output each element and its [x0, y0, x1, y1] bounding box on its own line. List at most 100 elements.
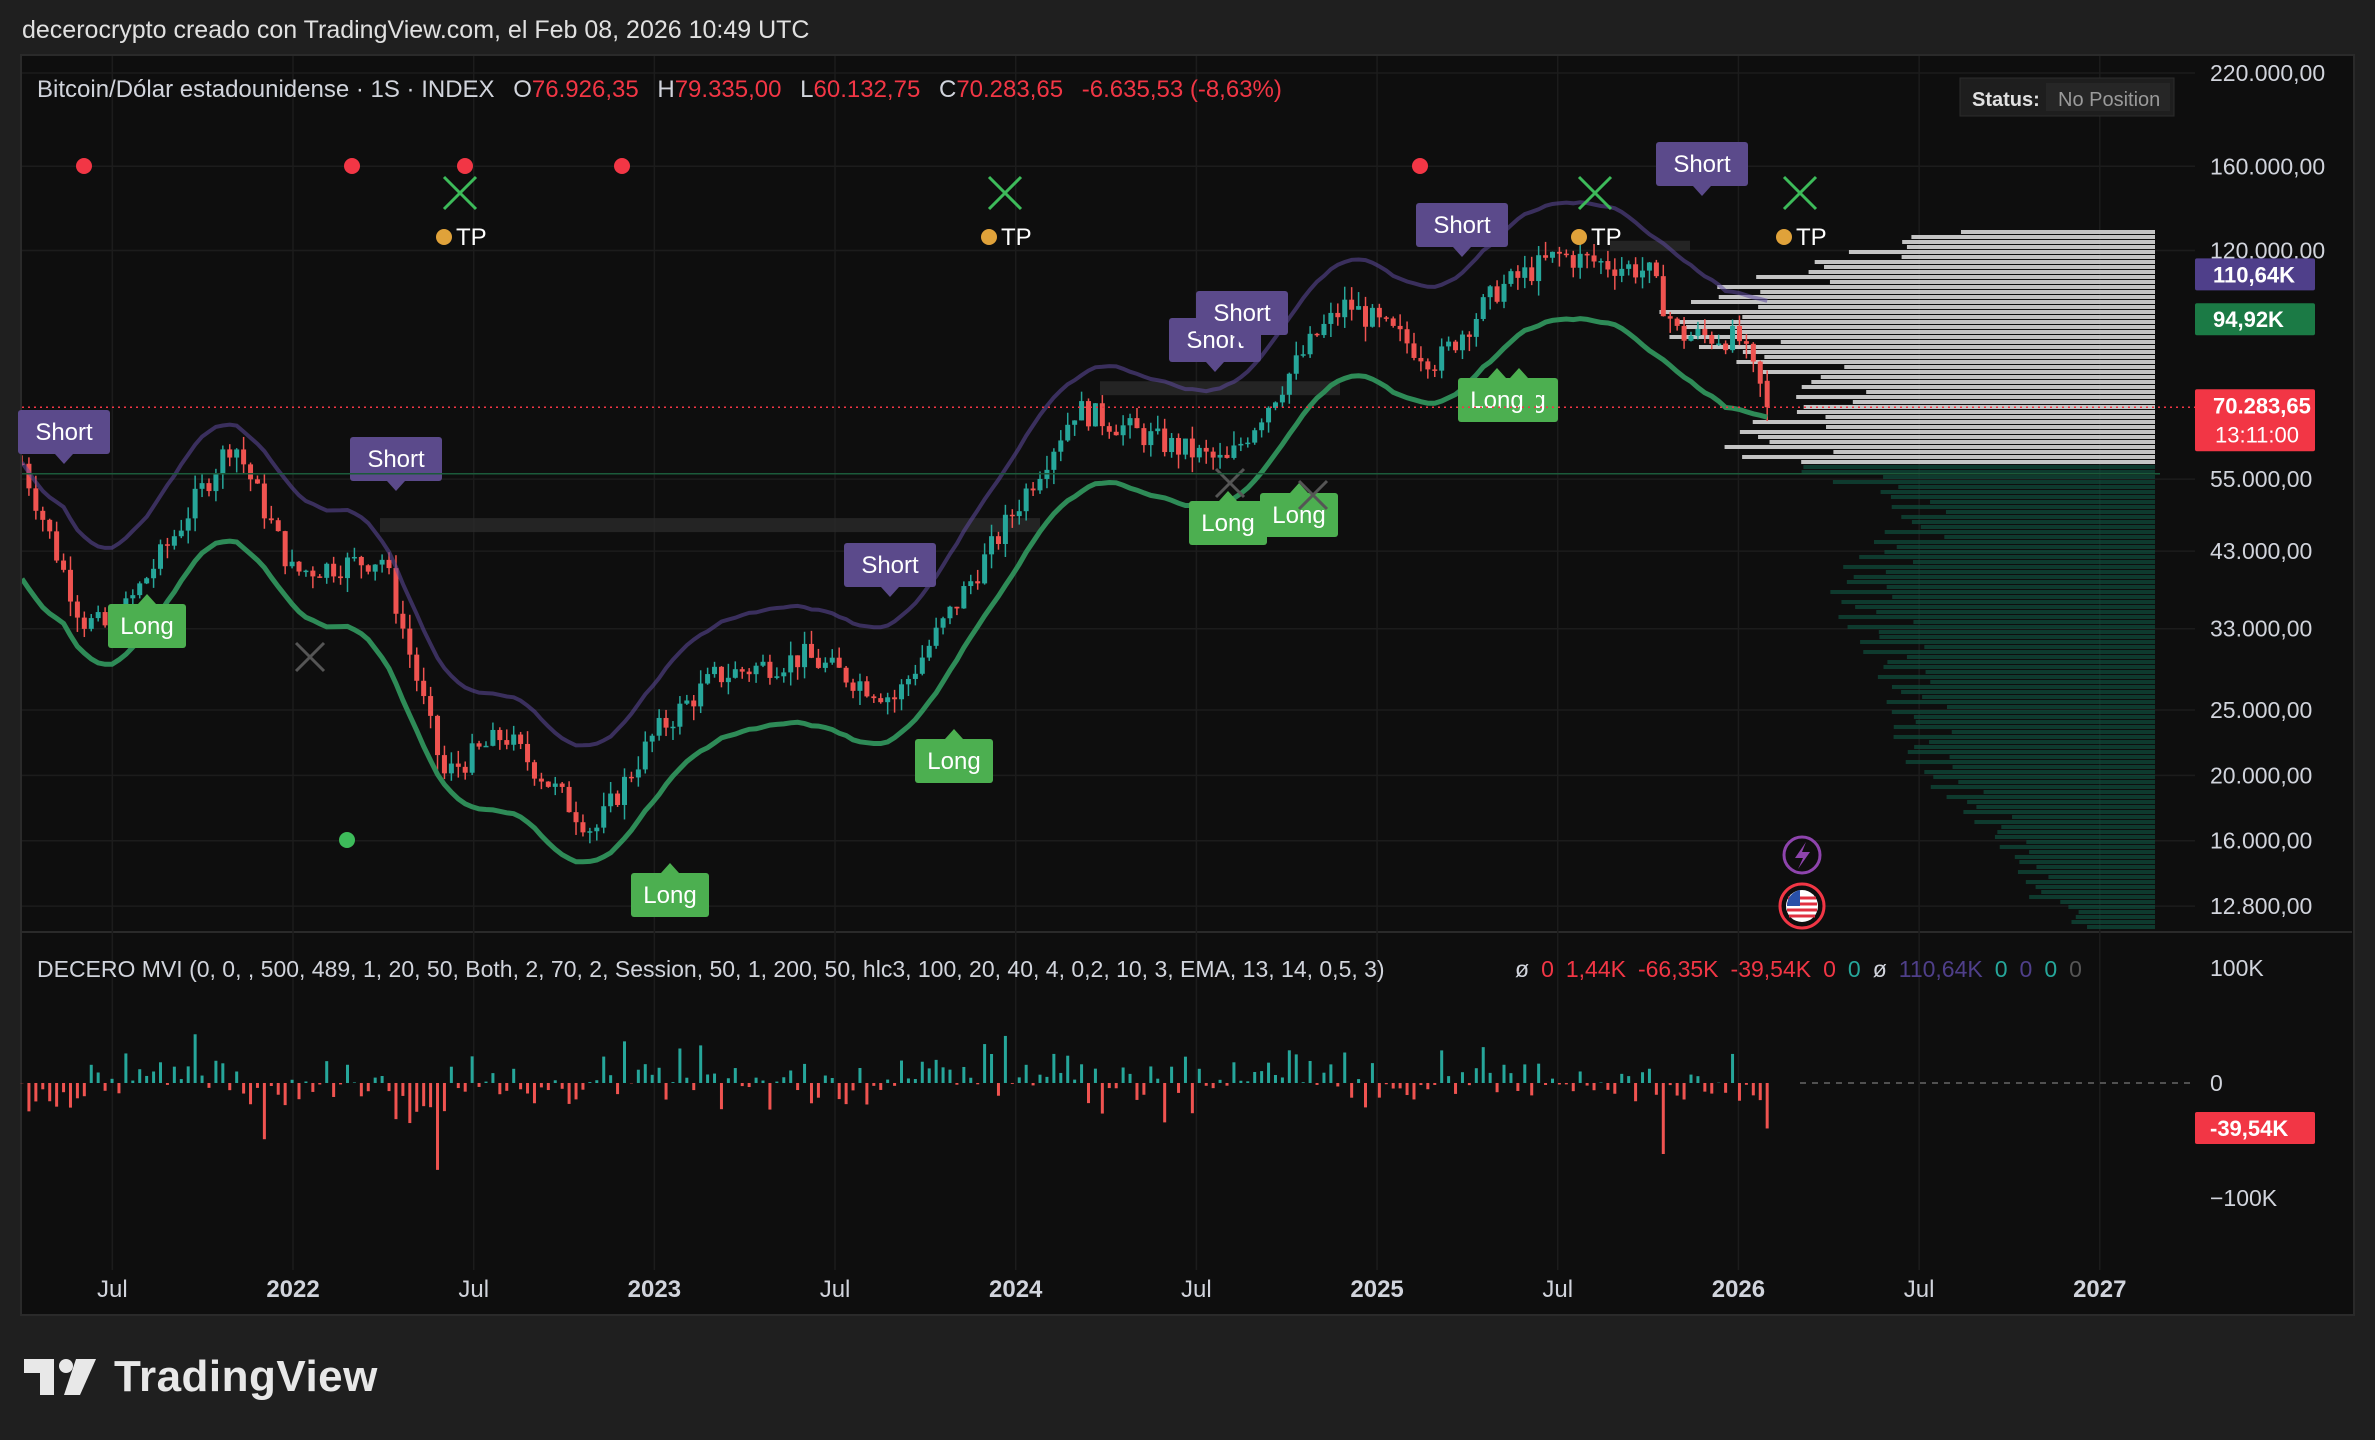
candle-body	[102, 612, 108, 626]
candle-body	[1716, 343, 1722, 346]
candle-body	[303, 570, 309, 573]
candle-body	[1543, 255, 1549, 258]
volume-profile-bar	[1669, 335, 2155, 339]
volume-profile-bar	[1803, 465, 2155, 469]
volume-profile-bar	[1825, 415, 2155, 419]
candle-body	[1764, 380, 1770, 408]
candle-body	[1307, 333, 1313, 355]
candle-body	[1501, 283, 1507, 302]
volume-profile-bar	[1884, 530, 2155, 534]
candle-body	[1224, 454, 1230, 458]
candle-body	[407, 628, 413, 655]
candle-body	[254, 479, 260, 484]
volume-profile-bar	[1852, 400, 2155, 404]
volume-profile-bar	[1717, 285, 2155, 289]
candle-body	[1252, 430, 1258, 443]
volume-profile-bar	[1920, 525, 2155, 529]
volume-profile-bar	[1901, 690, 2155, 694]
candle-body	[1189, 438, 1195, 458]
candle-body	[718, 666, 724, 683]
open-value: 76.926,35	[532, 76, 639, 103]
volume-profile-bar	[1946, 795, 2155, 799]
candle-body	[1626, 264, 1632, 269]
volume-profile-bar	[1913, 560, 2155, 564]
volume-profile-bar	[1913, 715, 2155, 719]
candle-body	[192, 488, 198, 519]
volume-profile-bar	[1896, 545, 2155, 549]
candle-body	[1529, 267, 1535, 282]
chart-canvas[interactable]: ShortShortShortShortShortShortShortLongL…	[0, 0, 2375, 1440]
volume-profile-bar	[2029, 850, 2155, 854]
candle-body	[871, 696, 877, 699]
candle-body	[968, 581, 974, 587]
candle-body	[241, 449, 247, 465]
volume-profile-bar	[1873, 540, 2155, 544]
candle-body	[1453, 341, 1459, 351]
candle-body	[1085, 401, 1091, 427]
candle-body	[525, 743, 531, 763]
candle-body	[1598, 261, 1604, 263]
candle-body	[788, 655, 794, 673]
close-value: 70.283,65	[956, 76, 1063, 103]
tradingview-logo[interactable]: TradingView	[24, 1352, 378, 1402]
volume-profile-bar	[1846, 580, 2155, 584]
candle-body	[1515, 271, 1521, 278]
candle-body	[878, 698, 884, 703]
candle-body	[1120, 425, 1126, 436]
candle-body	[663, 717, 669, 728]
indicator-value: 0	[2069, 956, 2082, 982]
volume-profile-bar	[1906, 655, 2155, 659]
volume-profile-bar	[1820, 375, 2155, 379]
indicator-value: -39,54K	[1731, 956, 1812, 982]
countdown-text: 13:11:00	[2215, 422, 2299, 447]
candle-body	[1480, 297, 1486, 319]
candle-body	[760, 661, 766, 666]
time-axis-label: Jul	[1181, 1276, 1212, 1303]
candle-body	[698, 683, 704, 707]
candle-body	[1446, 341, 1452, 347]
candle-body	[746, 671, 752, 675]
candle-body	[1356, 306, 1362, 310]
candle-body	[1176, 437, 1182, 455]
volume-profile-bar	[1742, 315, 2155, 319]
candle-body	[88, 618, 94, 629]
candle-body	[573, 812, 579, 823]
short-signal-text: Short	[861, 552, 919, 579]
volume-profile-bar	[1724, 445, 2155, 449]
volume-profile-bar	[1944, 535, 2155, 539]
volume-profile-bar	[2075, 915, 2155, 919]
indicator-value: 0	[2020, 956, 2033, 982]
candle-body	[1473, 318, 1479, 337]
volume-profile-bar	[1994, 835, 2155, 839]
candle-body	[1487, 286, 1493, 298]
candle-body	[1293, 355, 1299, 374]
candle-body	[1321, 323, 1327, 336]
candle-body	[74, 601, 80, 618]
volume-profile-bar	[1847, 625, 2155, 629]
candle-body	[261, 483, 267, 519]
long-signal-text: Long	[927, 748, 980, 775]
volume-profile-bar	[1859, 555, 2155, 559]
volume-profile-bar	[2025, 880, 2155, 884]
candle-body	[1750, 343, 1756, 362]
volume-profile-bar	[2071, 920, 2155, 924]
indicator-badge-text: -39,54K	[2210, 1116, 2288, 1141]
close-label: C	[939, 76, 956, 103]
time-axis-label: Jul	[97, 1276, 128, 1303]
volume-profile-bar	[1922, 695, 2155, 699]
candle-body	[1730, 325, 1736, 351]
candle-body	[518, 734, 524, 744]
candle-body	[815, 657, 821, 668]
candle-body	[1238, 443, 1244, 446]
indicator-value: 1,44K	[1566, 956, 1627, 982]
long-signal-text: Long	[1201, 510, 1254, 537]
candle-body	[1023, 488, 1029, 512]
candle-body	[268, 518, 274, 521]
volume-profile-bar	[1890, 495, 2155, 499]
lightning-icon[interactable]	[1782, 835, 1822, 875]
candle-body	[435, 715, 441, 756]
candle-body	[1196, 447, 1202, 458]
candle-body	[559, 783, 565, 787]
us-flag-icon[interactable]	[1778, 882, 1826, 930]
status-box[interactable]: Status: No Position	[1959, 77, 2175, 117]
